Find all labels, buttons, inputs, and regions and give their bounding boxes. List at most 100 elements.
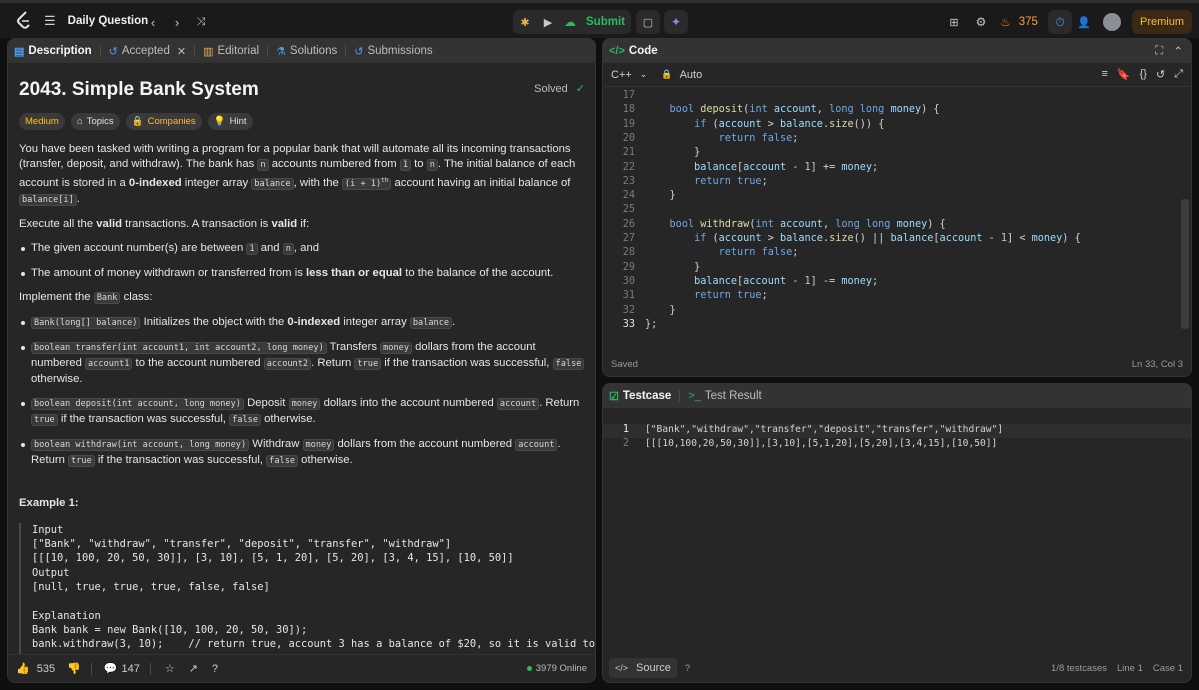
footer-divider: [149, 662, 151, 675]
help-button[interactable]: ?: [212, 663, 218, 675]
testcase-text: ["Bank","withdraw","transfer","deposit",…: [645, 424, 1004, 435]
code-line[interactable]: 21 }: [603, 147, 1191, 161]
line-number: 33: [622, 318, 635, 330]
collapse-button[interactable]: ⌃: [1173, 44, 1183, 58]
leetcode-logo[interactable]: [14, 9, 34, 31]
line-number: 17: [622, 90, 635, 101]
debug-button[interactable]: ✱: [514, 11, 536, 33]
source-button[interactable]: </> Source: [609, 658, 677, 678]
maximize-button[interactable]: ⛶: [1155, 45, 1163, 58]
code-line[interactable]: 27 if (account > balance.size() || balan…: [603, 233, 1191, 247]
problem-title[interactable]: 2043. Simple Bank System: [19, 80, 259, 99]
lightbulb-icon: 💡: [213, 116, 226, 127]
premium-button[interactable]: Premium: [1132, 10, 1192, 34]
code-line[interactable]: 24 }: [603, 190, 1191, 204]
tab-submissions[interactable]: ↺ Submissions: [348, 45, 438, 58]
close-tab-icon[interactable]: ✕: [177, 45, 186, 58]
testcase-editor[interactable]: 1 ["Bank","withdraw","transfer","deposit"…: [603, 424, 1191, 464]
companies-chip[interactable]: 🔒 Companies: [125, 113, 202, 130]
tab-divider: [345, 45, 347, 57]
format-icon[interactable]: ≡: [1101, 68, 1107, 81]
code-line[interactable]: 18 bool deposit(int account, long long m…: [603, 104, 1191, 118]
topics-chip[interactable]: ⌂ Topics: [70, 113, 120, 130]
check-circle-icon: ✓: [575, 82, 585, 95]
tab-testcase[interactable]: ☑ Testcase: [603, 390, 677, 403]
terminal-icon: >_: [688, 390, 701, 402]
code-line[interactable]: 28 return false;: [603, 247, 1191, 261]
random-problem-button[interactable]: ⤨: [190, 11, 212, 33]
difficulty-badge[interactable]: Medium: [19, 113, 65, 130]
description-footer: 👍 535 👎 💬 147 ☆ ↗ ? 3979 Online: [8, 654, 595, 682]
document-icon: ▤: [14, 45, 25, 58]
layout-button[interactable]: ⊞: [943, 11, 965, 33]
timer-button[interactable]: ⏱: [1049, 11, 1071, 33]
solved-status: Solved ✓: [534, 82, 585, 95]
code-line[interactable]: 33};: [603, 319, 1191, 333]
tab-code[interactable]: </> Code: [603, 45, 664, 57]
star-icon: ☆: [164, 663, 175, 675]
tab-test-result[interactable]: >_ Test Result: [682, 390, 767, 402]
help-icon[interactable]: ?: [685, 663, 690, 674]
description-paragraph: Implement the Bank class:: [19, 290, 153, 304]
code-line[interactable]: 20 return false;: [603, 133, 1191, 147]
share-icon: ↗: [188, 663, 198, 675]
code-line[interactable]: 29 }: [603, 262, 1191, 276]
submit-button[interactable]: ☁ Submit: [564, 11, 625, 33]
invite-button[interactable]: 👤: [1073, 11, 1095, 33]
share-button[interactable]: ↗: [189, 662, 198, 675]
problem-description: 2043. Simple Bank System Solved ✓ Medium…: [19, 71, 595, 682]
code-line[interactable]: 26 bool withdraw(int account, long long …: [603, 219, 1191, 233]
line-number: 27: [622, 233, 635, 244]
code-line[interactable]: 30 balance[account - 1] -= money;: [603, 276, 1191, 290]
settings-button[interactable]: ⚙: [970, 11, 992, 33]
tab-solutions[interactable]: ⚗ Solutions: [270, 45, 343, 58]
code-line[interactable]: 25: [603, 204, 1191, 218]
code-editor[interactable]: 17 18 bool deposit(int account, long long…: [603, 90, 1191, 352]
fullscreen-icon[interactable]: ⤢: [1174, 68, 1183, 81]
reset-icon[interactable]: ↺: [1156, 68, 1165, 81]
code-line[interactable]: 31 return true;: [603, 290, 1191, 304]
code-line[interactable]: 19 if (account > balance.size()) {: [603, 119, 1191, 133]
description-paragraph: Execute all the valid transactions. A tr…: [19, 217, 310, 230]
notes-button[interactable]: ▢: [637, 11, 659, 33]
code-line[interactable]: 17: [603, 90, 1191, 104]
testcase-line[interactable]: 1 ["Bank","withdraw","transfer","deposit"…: [603, 424, 1191, 439]
language-select[interactable]: C++ ⌄: [611, 69, 647, 81]
run-button[interactable]: ▶: [537, 11, 559, 33]
line-number: 18: [622, 104, 635, 116]
line-number: 30: [622, 275, 635, 287]
streak-counter[interactable]: ♨ 375: [1000, 11, 1038, 33]
code-text: return false;: [718, 132, 799, 144]
tab-accepted[interactable]: ↺ Accepted ✕: [103, 45, 192, 58]
testcase-line[interactable]: 2 [[[10,100,20,50,30]],[3,10],[5,1,20],[5…: [603, 438, 1191, 452]
code-icon: </>: [609, 45, 625, 57]
code-line[interactable]: 23 return true;: [603, 176, 1191, 190]
auto-mode[interactable]: 🔒 Auto: [661, 69, 702, 81]
like-button[interactable]: 👍 535: [16, 662, 55, 676]
next-problem-button[interactable]: ›: [166, 11, 188, 33]
tag-icon: ⌂: [76, 116, 83, 127]
code-text: return false;: [718, 247, 799, 259]
test-footer: </> Source ? 1/8 testcases Line 1 Case 1: [603, 654, 1191, 682]
ai-assist-button[interactable]: ✦: [665, 11, 687, 33]
scrollbar[interactable]: [1181, 199, 1189, 329]
favorite-button[interactable]: ☆: [165, 662, 175, 675]
list-item: Bank(long[] balance) Initializes the obj…: [19, 315, 585, 331]
braces-icon[interactable]: {}: [1140, 68, 1147, 81]
methods-list: Bank(long[] balance) Initializes the obj…: [19, 315, 585, 469]
bookmark-icon[interactable]: 🔖: [1117, 68, 1131, 81]
list-item: The given account number(s) are between …: [19, 241, 585, 257]
tab-description[interactable]: ▤ Description: [8, 45, 98, 58]
dislike-button[interactable]: 👎: [67, 662, 81, 675]
code-text: }: [694, 261, 701, 273]
problem-list-button[interactable]: ☰ Daily Question: [44, 11, 148, 31]
tab-editorial[interactable]: ▥ Editorial: [197, 45, 265, 58]
prev-problem-button[interactable]: ‹: [142, 11, 164, 33]
code-line[interactable]: 32 }: [603, 305, 1191, 319]
hint-chip[interactable]: 💡 Hint: [207, 113, 253, 130]
code-text: balance[account - 1] -= money;: [694, 275, 879, 287]
comments-button[interactable]: 💬 147: [104, 662, 140, 676]
avatar[interactable]: [1103, 13, 1121, 31]
footer-line: Line 1: [1117, 662, 1143, 674]
code-line[interactable]: 22 balance[account - 1] += money;: [603, 162, 1191, 176]
